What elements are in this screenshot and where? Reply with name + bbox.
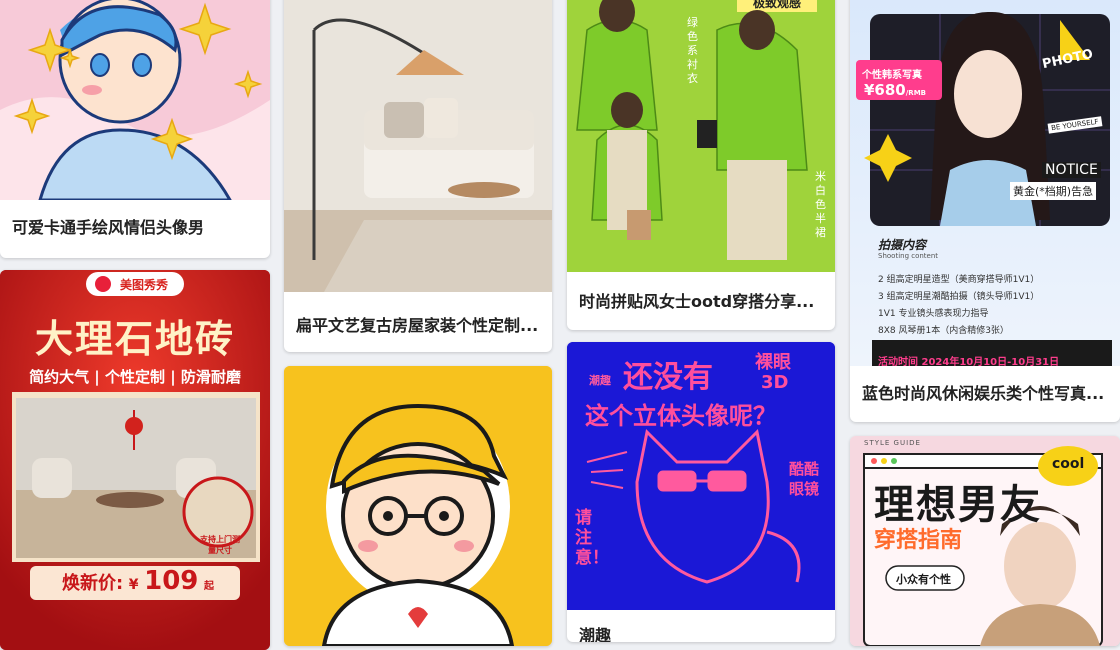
price-row: 焕新价: ¥ 109 起 <box>62 566 214 596</box>
template-card-marble-tile[interactable]: 美图秀秀 大理石地砖 简约大气 | 个性定制 | 防滑耐磨 支持上门测量尺寸 焕… <box>0 270 270 650</box>
template-card-style-guide[interactable]: STYLE GUIDE cool 理想男友 穿搭指南 小众有个性 <box>850 436 1120 646</box>
ad-tags: 简约大气 | 个性定制 | 防滑耐磨 <box>29 368 241 386</box>
template-thumbnail <box>284 366 552 646</box>
template-thumbnail: 潮趣 还没有 裸眼 3D 这个立体头像呢？ 酷酷 眼镜 请注意！ <box>567 342 835 610</box>
content-line-1: 2 组高定明星造型（美商穿搭导师1V1） <box>878 275 1040 285</box>
content-line-3: 1V1 专业镜头感表现力指导 <box>878 309 989 319</box>
template-card-kid-avatar[interactable] <box>284 366 552 646</box>
template-title: 扁平文艺复古房屋家装个性定制... <box>296 316 539 335</box>
price-currency: ¥ <box>128 577 139 593</box>
cat-right-1: 酷酷 <box>789 460 820 478</box>
template-thumbnail: 个性韩系写真 ¥680/RMB PHOTO BE YOURSELF NOTICE… <box>850 0 1120 366</box>
photo-price-unit: /RMB <box>905 89 926 97</box>
template-card-photo-studio[interactable]: 个性韩系写真 ¥680/RMB PHOTO BE YOURSELF NOTICE… <box>850 0 1120 422</box>
cool-badge: cool <box>1052 456 1085 472</box>
cat-side-1: 裸眼 <box>755 352 791 373</box>
ad-headline: 大理石地砖 <box>34 317 235 361</box>
template-title: 潮趣 <box>579 626 612 642</box>
template-card-3d-avatar[interactable]: 潮趣 还没有 裸眼 3D 这个立体头像呢？ 酷酷 眼镜 请注意！ 潮趣 <box>567 342 835 642</box>
guide-sub: 穿搭指南 <box>874 528 963 553</box>
section-title: 拍摄内容 <box>878 238 927 252</box>
cat-side-2: 3D <box>761 372 789 393</box>
cat-right-2: 眼镜 <box>789 480 820 498</box>
notice-sub: 黄金(*档期)告急 <box>1010 182 1097 200</box>
template-title: 可爱卡通手绘风情侣头像男 <box>12 218 205 237</box>
cat-tag: 潮趣 <box>589 374 611 387</box>
template-thumbnail: STYLE GUIDE cool 理想男友 穿搭指南 小众有个性 <box>850 436 1120 646</box>
ootd-side-label-2: 米白色半裙 <box>815 170 826 239</box>
photo-tag: 个性韩系写真 <box>862 70 922 81</box>
cat-left-word: 请注意！ <box>575 508 609 568</box>
template-thumbnail <box>284 0 552 292</box>
template-card-ootd[interactable]: 极致观感 绿色系衬衣 米白色半裙 时尚拼贴风女士ootd穿搭分享... <box>567 0 835 330</box>
badge-text: 支持上门测量尺寸 <box>200 535 240 555</box>
style-guide-strip: STYLE GUIDE <box>864 439 921 447</box>
date-strip: 活动时间 2024年10月10日-10月31日 <box>878 357 1060 366</box>
notice-label: NOTICE <box>1042 162 1101 178</box>
template-card-home-decor[interactable]: 扁平文艺复古房屋家装个性定制... <box>284 0 552 352</box>
ootd-side-label-1: 绿色系衬衣 <box>687 16 698 85</box>
template-card-couple-avatar[interactable]: 可爱卡通手绘风情侣头像男 <box>0 0 270 258</box>
guide-pill: 小众有个性 <box>896 573 951 586</box>
cat-line-2: 这个立体头像呢？ <box>585 402 777 430</box>
template-thumbnail: 极致观感 绿色系衬衣 米白色半裙 <box>567 0 835 272</box>
photo-price: ¥680/RMB <box>864 80 926 99</box>
brand-label: 美图秀秀 <box>120 278 169 292</box>
photo-price-value: ¥680 <box>864 81 906 99</box>
price-value: 109 <box>144 566 199 596</box>
template-thumbnail <box>0 0 270 200</box>
price-label: 焕新价: <box>62 573 124 594</box>
template-title: 时尚拼贴风女士ootd穿搭分享... <box>579 292 815 311</box>
template-thumbnail: 美图秀秀 大理石地砖 简约大气 | 个性定制 | 防滑耐磨 支持上门测量尺寸 焕… <box>0 270 270 650</box>
price-suffix: 起 <box>203 581 214 592</box>
template-title: 蓝色时尚风休闲娱乐类个性写真... <box>862 384 1105 403</box>
content-line-4: 8X8 风琴册1本（内含精修3张） <box>878 326 1009 336</box>
content-line-2: 3 组高定明星潮酷拍摄（镜头导师1V1） <box>878 292 1040 302</box>
cat-line-1: 还没有 <box>623 360 713 395</box>
ootd-tag: 极致观感 <box>753 0 802 10</box>
section-sub: Shooting content <box>878 252 939 260</box>
